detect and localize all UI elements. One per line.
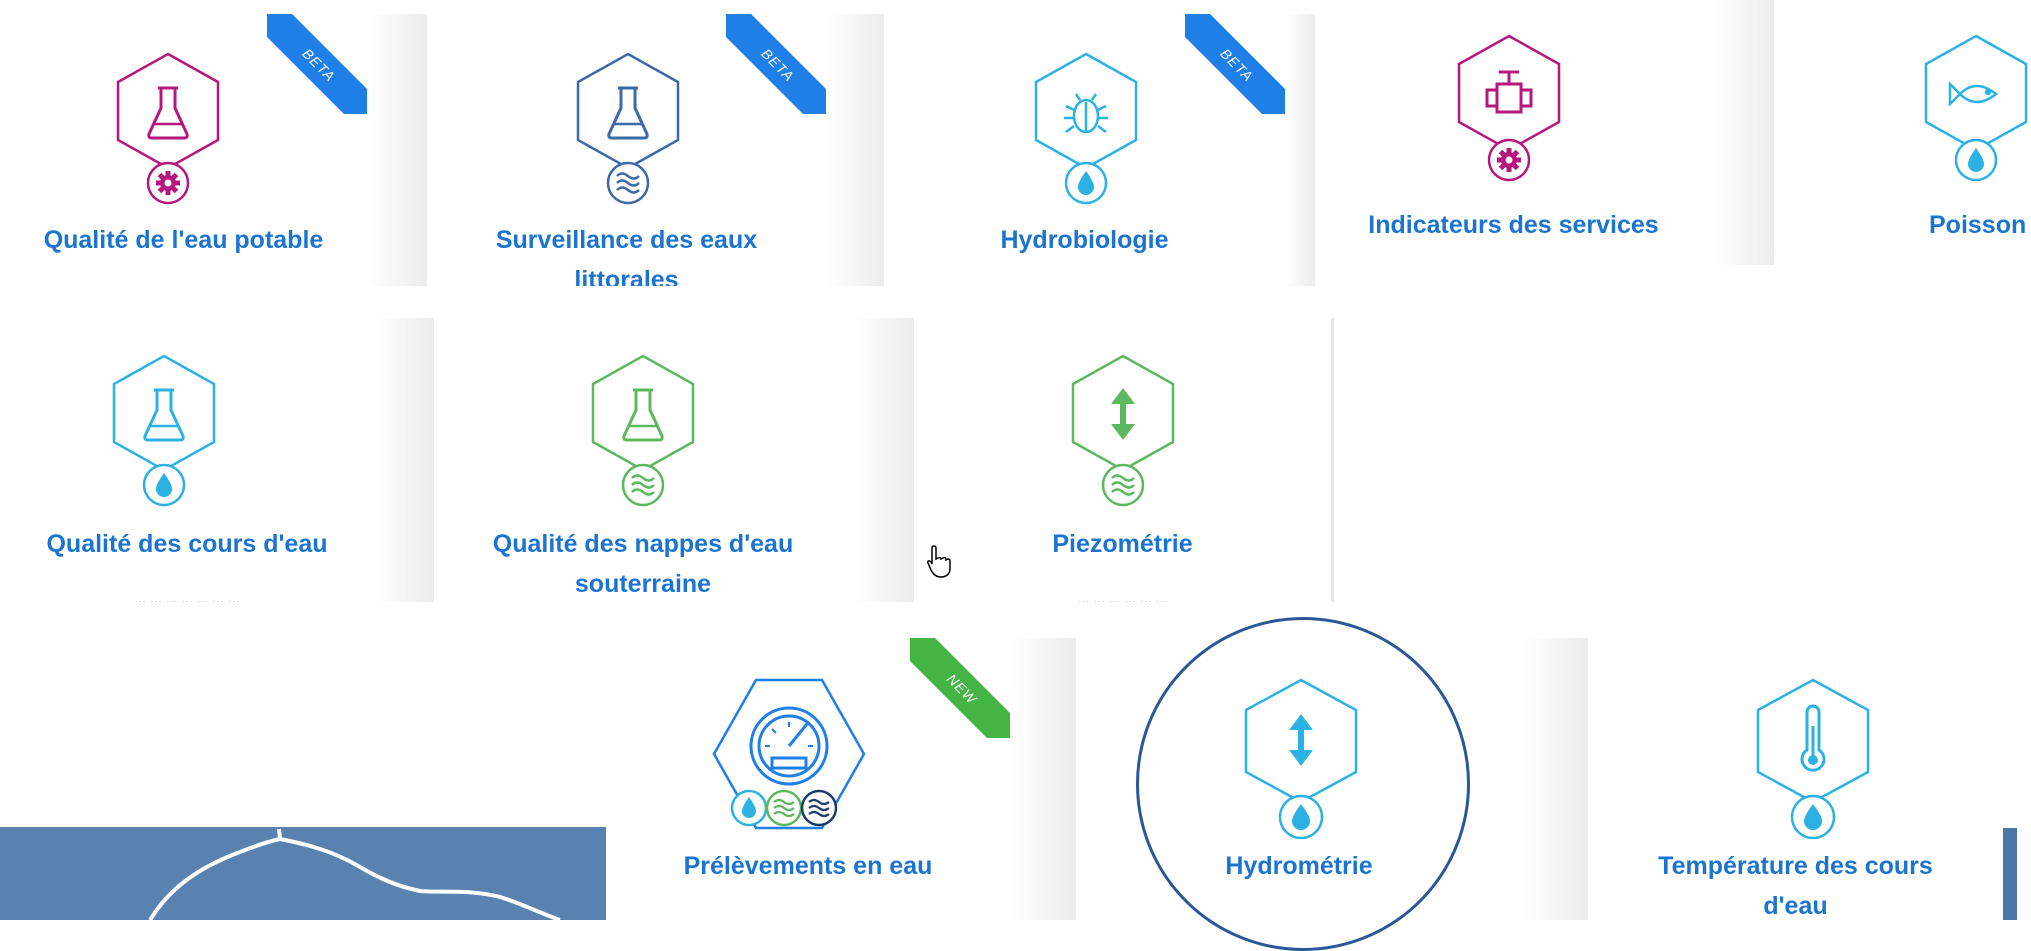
map-thumbnail[interactable] — [0, 827, 606, 920]
card-shadow — [374, 318, 434, 602]
map-outline — [148, 828, 561, 920]
tile-title: Température des cours d'eau — [1658, 852, 1933, 920]
tile-title: Qualité de l'eau potable — [43, 226, 324, 254]
highlight-circle — [1136, 617, 1470, 951]
tile-qualite-nappes[interactable]: Qualité des nappes d'eau souterraine — [434, 318, 852, 602]
flask-icon — [576, 52, 680, 205]
beta-ribbon: BETA — [267, 14, 367, 114]
beta-ribbon: BETA — [1185, 14, 1285, 114]
tile-temperature[interactable]: Température des cours d'eau — [1588, 638, 2003, 920]
tile-piezometrie[interactable]: Piezométrie ... ... ... ... ... ... — [914, 318, 1331, 602]
tile-title: Qualité des cours d'eau — [46, 530, 328, 558]
card-shadow — [1712, 0, 1774, 265]
bug-icon — [1034, 52, 1138, 205]
hand-cursor-icon — [927, 545, 951, 578]
tile-description: ... ... ... ... ... ... — [1077, 590, 1168, 602]
beta-ribbon: BETA — [726, 14, 826, 114]
flask-icon — [112, 354, 216, 507]
tile-title: Qualité des nappes d'eau souterraine — [492, 530, 794, 598]
tile-poisson[interactable]: Poisson — [1774, 0, 2031, 265]
gear-icon — [1497, 148, 1521, 172]
card-shadow — [1285, 14, 1315, 286]
tile-title: Indicateurs des services — [1368, 211, 1659, 239]
fish-icon — [1924, 34, 2028, 182]
tile-hydrobiologie[interactable]: Hydrobiologie BETA — [884, 14, 1285, 286]
card-shadow — [367, 14, 427, 286]
new-ribbon: NEW — [910, 638, 1010, 738]
gauge-icon — [712, 678, 866, 830]
card-shadow — [1010, 638, 1076, 920]
card-separator — [1331, 318, 1334, 602]
tile-title: Prélèvements en eau — [683, 852, 933, 880]
tile-title: Poisson — [1929, 211, 2027, 239]
tile-prelevements[interactable]: Prélèvements en eau NEW — [606, 638, 1010, 920]
tile-title: Hydrobiologie — [1000, 226, 1169, 254]
gear-icon — [156, 171, 180, 195]
up-down-arrow-icon — [1071, 354, 1175, 507]
tile-surveillance-eaux-littorales[interactable]: Surveillance des eaux littorales BETA — [427, 14, 826, 286]
side-panel-edge — [2003, 828, 2017, 920]
tile-description: ... ... ... ... ... ... ... — [134, 590, 240, 602]
tile-indicateurs-services[interactable]: Indicateurs des services — [1315, 0, 1712, 265]
tile-title: Surveillance des eaux littorales — [495, 226, 758, 286]
card-shadow — [1522, 638, 1588, 920]
valve-icon — [1457, 34, 1561, 182]
tile-qualite-cours-eau[interactable]: Qualité des cours d'eau ... ... ... ... … — [0, 318, 374, 602]
tile-qualite-eau-potable[interactable]: Qualité de l'eau potable BETA — [0, 14, 367, 286]
flask-icon — [591, 354, 695, 507]
tile-title: Piezométrie — [1052, 530, 1193, 558]
card-shadow — [826, 14, 884, 286]
card-shadow — [852, 318, 914, 602]
flask-icon — [116, 52, 220, 205]
thermometer-icon — [1756, 678, 1870, 840]
